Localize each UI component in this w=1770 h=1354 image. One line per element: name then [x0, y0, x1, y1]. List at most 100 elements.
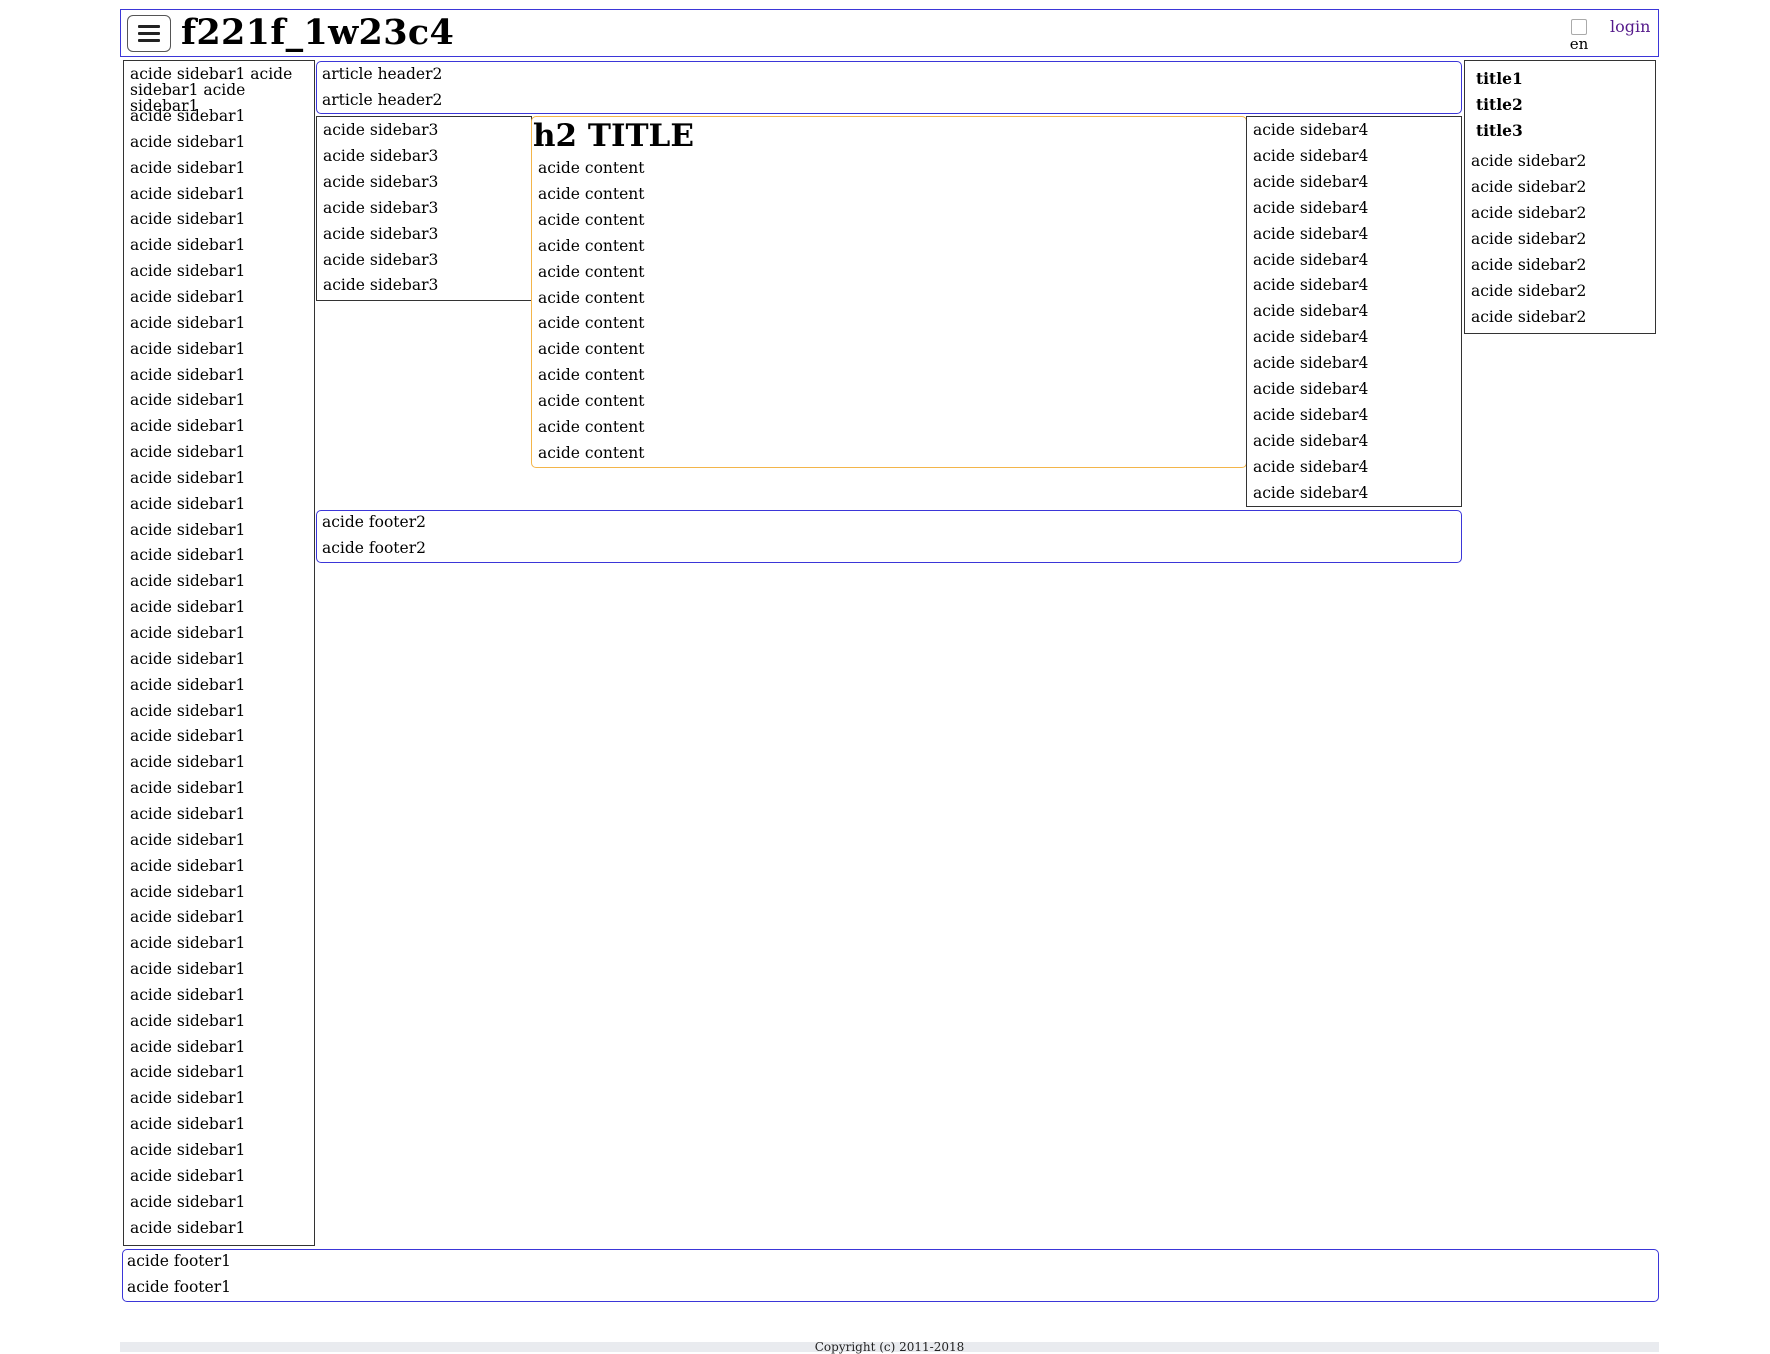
content-item: acide content — [538, 210, 645, 229]
sidebar1-item: acide sidebar1 — [130, 184, 246, 203]
sidebar1-item: acide sidebar1 — [130, 1115, 246, 1134]
sidebar1-item: acide sidebar1 — [130, 649, 246, 668]
hamburger-menu-icon — [138, 25, 160, 42]
content-item: acide content — [538, 184, 645, 203]
language-flag-alt: en — [1569, 35, 1589, 53]
content-item: acide content — [538, 443, 645, 462]
sidebar3-item: acide sidebar3 — [323, 172, 439, 191]
sidebar3-item: acide sidebar3 — [323, 146, 439, 165]
sidebar3-item: acide sidebar3 — [323, 121, 439, 139]
content-item: acide content — [538, 288, 645, 307]
sidebar4-item: acide sidebar4 — [1253, 380, 1369, 398]
sidebar1-item: acide sidebar1 — [130, 882, 246, 901]
sidebar1-item: acide sidebar1 — [130, 1011, 246, 1030]
sidebar2-item: acide sidebar2 — [1471, 256, 1587, 274]
sidebar4-item: acide sidebar4 — [1253, 276, 1369, 295]
sidebar4-item: acide sidebar4 — [1253, 328, 1369, 347]
sidebar1-item: acide sidebar1 — [130, 443, 246, 462]
sidebar1-item: acide sidebar1 — [130, 520, 246, 539]
sidebar1-item: acide sidebar1 — [130, 934, 246, 953]
menu-button[interactable] — [127, 15, 171, 52]
sidebar2-item: acide sidebar2 — [1471, 308, 1587, 326]
sidebar4-item: acide sidebar4 — [1253, 457, 1369, 476]
sidebar4-item: acide sidebar4 — [1253, 483, 1369, 502]
sidebar2-item: acide sidebar2 — [1471, 178, 1587, 196]
content-item: acide content — [538, 418, 645, 436]
content-item: acide content — [538, 236, 645, 255]
sidebar4-item: acide sidebar4 — [1253, 198, 1369, 217]
content-item: acide content — [538, 159, 645, 177]
sidebar1-item: acide sidebar1 — [130, 107, 246, 125]
sidebar4-item: acide sidebar4 — [1253, 302, 1369, 321]
sidebar1-item: acide sidebar1 — [130, 339, 246, 358]
sidebar1-item: acide sidebar1 — [130, 494, 246, 513]
content-item: acide content — [538, 262, 645, 281]
article-footer-item: acide footer2 — [322, 513, 426, 531]
sidebar2-item: acide sidebar2 — [1471, 204, 1587, 222]
sidebar1-item: acide sidebar1 — [130, 985, 246, 1004]
sidebar1-item: acide sidebar1 — [130, 908, 246, 927]
sidebar4-item: acide sidebar4 — [1253, 431, 1369, 450]
article-header — [316, 61, 1462, 114]
sidebar2-item: acide sidebar2 — [1471, 152, 1587, 170]
content-item: acide content — [538, 366, 645, 385]
sidebar1-item: acide sidebar1 — [130, 804, 246, 823]
sidebar1-item: acide sidebar1 — [130, 727, 246, 746]
sidebar4-item: acide sidebar4 — [1253, 405, 1369, 424]
sidebar4-item: acide sidebar4 — [1253, 224, 1369, 243]
sidebar1-item: acide sidebar1 — [130, 624, 246, 642]
sidebar1-item: acide sidebar1 — [130, 158, 246, 177]
sidebar1-item: acide sidebar1 — [130, 313, 246, 332]
sidebar1-item: acide sidebar1 — [130, 856, 246, 875]
content-item: acide content — [538, 340, 645, 359]
content-item: acide content — [538, 314, 645, 333]
sidebar1-item: acide sidebar1 — [130, 753, 246, 772]
page-footer-item: acide footer1 — [127, 1252, 231, 1270]
sidebar1-item: acide sidebar1 — [130, 365, 246, 384]
sidebar1-item: acide sidebar1 — [130, 468, 246, 487]
sidebar1-item: acide sidebar1 — [130, 779, 246, 798]
sidebar2-title: title1 — [1476, 69, 1523, 88]
broken-image-icon — [1571, 19, 1587, 35]
sidebar1-item: acide sidebar1 — [130, 1141, 246, 1159]
sidebar1-item: acide sidebar1 — [130, 391, 246, 410]
sidebar4-item: acide sidebar4 — [1253, 354, 1369, 373]
sidebar3-item: acide sidebar3 — [323, 224, 439, 243]
sidebar1-item: acide sidebar1 — [130, 287, 246, 306]
page-footer — [122, 1249, 1659, 1302]
sidebar1-item: acide sidebar1 — [130, 210, 246, 229]
sidebar1-item: acide sidebar1 — [130, 1218, 246, 1237]
sidebar1-item: acide sidebar1 — [130, 675, 246, 694]
sidebar1-item: acide sidebar1 — [130, 236, 246, 255]
page-footer-item: acide footer1 — [127, 1278, 231, 1296]
sidebar2-item: acide sidebar2 — [1471, 230, 1587, 248]
login-link[interactable]: login — [1610, 17, 1650, 37]
sidebar2-title: title3 — [1476, 121, 1523, 140]
article-footer-item: acide footer2 — [322, 539, 426, 557]
content-title: h2 TITLE — [533, 118, 694, 154]
sidebar4-item: acide sidebar4 — [1253, 250, 1369, 269]
content-item: acide content — [538, 392, 645, 411]
sidebar1-item: acide sidebar1 — [130, 1037, 246, 1056]
sidebar1-item: acide sidebar1 — [130, 1063, 246, 1082]
sidebar3-item: acide sidebar3 — [323, 276, 439, 295]
sidebar1-item: acide sidebar1 — [130, 546, 246, 565]
sidebar3-item: acide sidebar3 — [323, 198, 439, 217]
sidebar1-item: acide sidebar1 — [130, 1166, 246, 1185]
sidebar4-item: acide sidebar4 — [1253, 121, 1369, 139]
article-footer — [316, 510, 1462, 563]
sidebar1-item: acide sidebar1 — [130, 830, 246, 849]
sidebar1-item: acide sidebar1 — [130, 572, 246, 591]
sidebar1-item: acide sidebar1 — [130, 598, 246, 617]
sidebar2-item: acide sidebar2 — [1471, 282, 1587, 300]
sidebar4-item: acide sidebar4 — [1253, 146, 1369, 165]
sidebar1-item: acide sidebar1 — [130, 701, 246, 720]
article-header-item: article header2 — [322, 65, 443, 83]
sidebar1-item: acide sidebar1 — [130, 132, 246, 151]
sidebar1-item: acide sidebar1 — [130, 1192, 246, 1211]
sidebar1-item: acide sidebar1 — [130, 1089, 246, 1108]
sidebar1-item: acide sidebar1 — [130, 960, 246, 979]
article-header-item: article header2 — [322, 91, 443, 109]
language-flag-image[interactable]: en — [1567, 19, 1591, 53]
sidebar1-item: acide sidebar1 — [130, 262, 246, 281]
